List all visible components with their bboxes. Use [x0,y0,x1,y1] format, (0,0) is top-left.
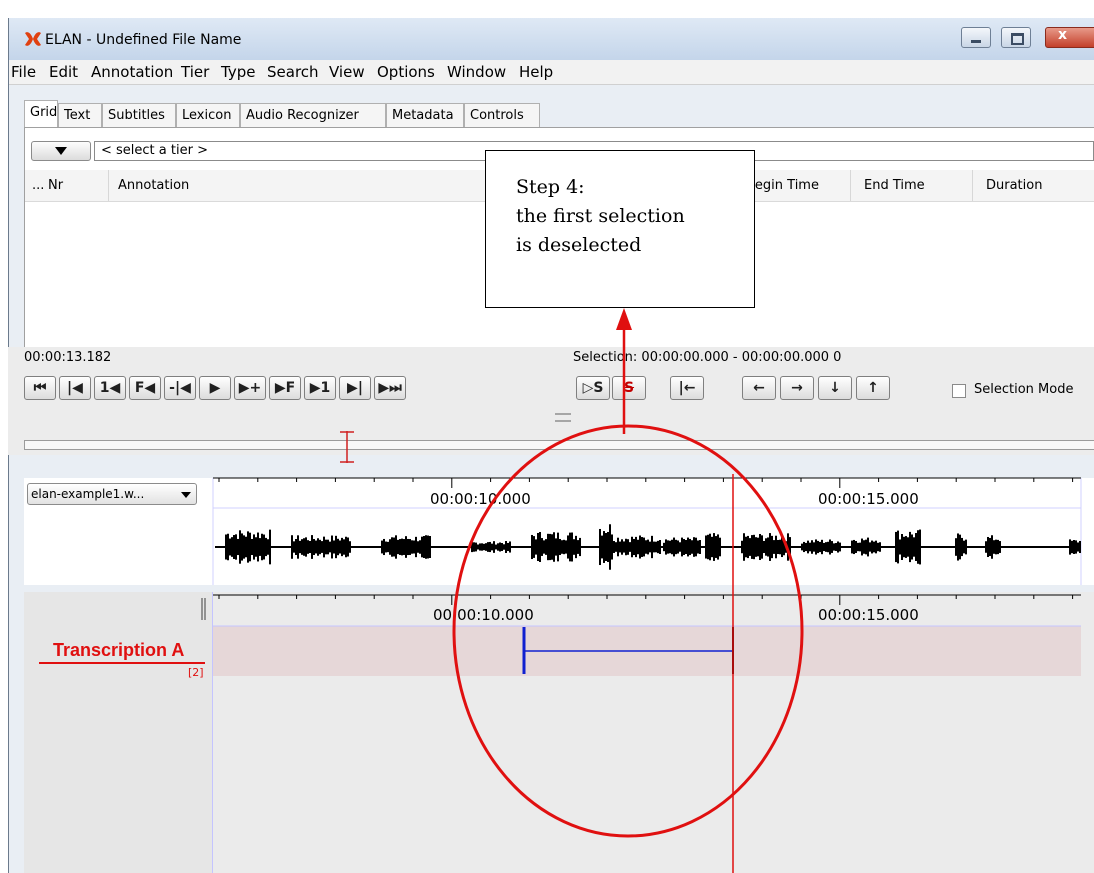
move-left-button[interactable]: ← [742,376,776,400]
timeline-tier-labels [24,592,213,873]
move-right-button[interactable]: → [780,376,814,400]
tab-controls[interactable]: Controls [464,103,540,127]
menu-edit[interactable]: Edit [49,63,78,81]
tier-row-transcription-a[interactable] [213,626,1081,676]
overview-cursor-icon [340,431,354,463]
current-time-display: 00:00:13.182 [24,350,112,365]
column-header-nr[interactable]: Nr [48,178,63,193]
back-one-second-button[interactable]: F◀ [129,376,161,400]
menu-search[interactable]: Search [267,63,319,81]
menu-bar: File Edit Annotation Tier Type Search Vi… [9,60,1094,85]
close-button[interactable] [1045,27,1094,48]
tier-dropdown-button[interactable] [31,141,91,161]
column-separator [972,170,973,201]
menu-options[interactable]: Options [377,63,435,81]
timeline-tick-label: 00:00:10.000 [433,606,534,624]
tier-label[interactable]: Transcription A [53,640,184,661]
column-separator [108,170,109,201]
menu-help[interactable]: Help [519,63,553,81]
clear-selection-button[interactable]: S [612,376,646,400]
tab-metadata[interactable]: Metadata [386,103,464,127]
column-header-annotation[interactable]: Annotation [118,178,189,193]
tab-lexicon[interactable]: Lexicon [176,103,240,127]
column-header-begin-time[interactable]: Begin Time [746,178,819,193]
move-up-button[interactable]: ↑ [856,376,890,400]
column-header-end-time[interactable]: End Time [864,178,925,193]
menu-tier[interactable]: Tier [181,63,209,81]
elan-app-icon [25,32,41,46]
waveform-tick-label: 00:00:15.000 [818,490,919,508]
minimize-button[interactable] [961,27,991,48]
tab-text[interactable]: Text [58,103,102,127]
menu-type[interactable]: Type [221,63,255,81]
menu-file[interactable]: File [11,63,36,81]
play-button[interactable]: ▶ [199,376,231,400]
media-file-select[interactable]: elan-example1.w... [27,483,197,505]
tab-audio-recognizer[interactable]: Audio Recognizer [240,103,386,127]
callout-line: Step 4: [516,176,585,198]
go-to-end-button[interactable]: ▶⏭ [374,376,406,400]
next-frame-button[interactable]: ▶| [339,376,371,400]
title-bar: ELAN - Undefined File Name [9,18,1094,60]
tab-subtitles[interactable]: Subtitles [102,103,176,127]
menu-annotation[interactable]: Annotation [91,63,173,81]
chevron-down-icon [181,492,191,498]
column-header-duration[interactable]: Duration [986,178,1042,193]
play-selection-button[interactable]: ▶+ [234,376,266,400]
timeline-tick-label: 00:00:15.000 [818,606,919,624]
callout-line: is deselected [516,234,642,256]
waveform-tick-label: 00:00:10.000 [430,490,531,508]
selection-mode-label: Selection Mode [974,382,1074,397]
go-to-begin-button[interactable]: ⏮ [24,376,56,400]
media-controls-panel [8,347,1094,455]
column-separator [850,170,851,201]
tab-grid[interactable]: Grid [24,100,58,128]
tier-annotation-count: [2] [188,666,204,679]
selection-mode-checkbox[interactable] [952,384,966,398]
previous-frame-button[interactable]: |◀ [59,376,91,400]
go-to-selection-begin-button[interactable]: |← [670,376,704,400]
move-down-button[interactable]: ↓ [818,376,852,400]
go-to-previous-boundary-button[interactable]: -|◀ [164,376,196,400]
panel-divider-grip[interactable] [555,413,571,422]
selection-display: Selection: 00:00:00.000 - 00:00:00.000 0 [573,350,842,365]
tier-label-underline [39,662,205,664]
menu-view[interactable]: View [329,63,365,81]
maximize-button[interactable] [1001,27,1031,48]
callout-line: the first selection [516,205,685,227]
timeline-overview-bar[interactable] [24,440,1094,450]
column-header-dots[interactable]: ... [32,178,44,193]
previous-pixel-button[interactable]: 1◀ [94,376,126,400]
step-callout: Step 4: the first selection is deselecte… [485,150,755,308]
menu-window[interactable]: Window [447,63,506,81]
forward-one-second-button[interactable]: ▶F [269,376,301,400]
next-pixel-button[interactable]: ▶1 [304,376,336,400]
selection-play-button[interactable]: ▷S [576,376,610,400]
window-title: ELAN - Undefined File Name [45,32,242,48]
